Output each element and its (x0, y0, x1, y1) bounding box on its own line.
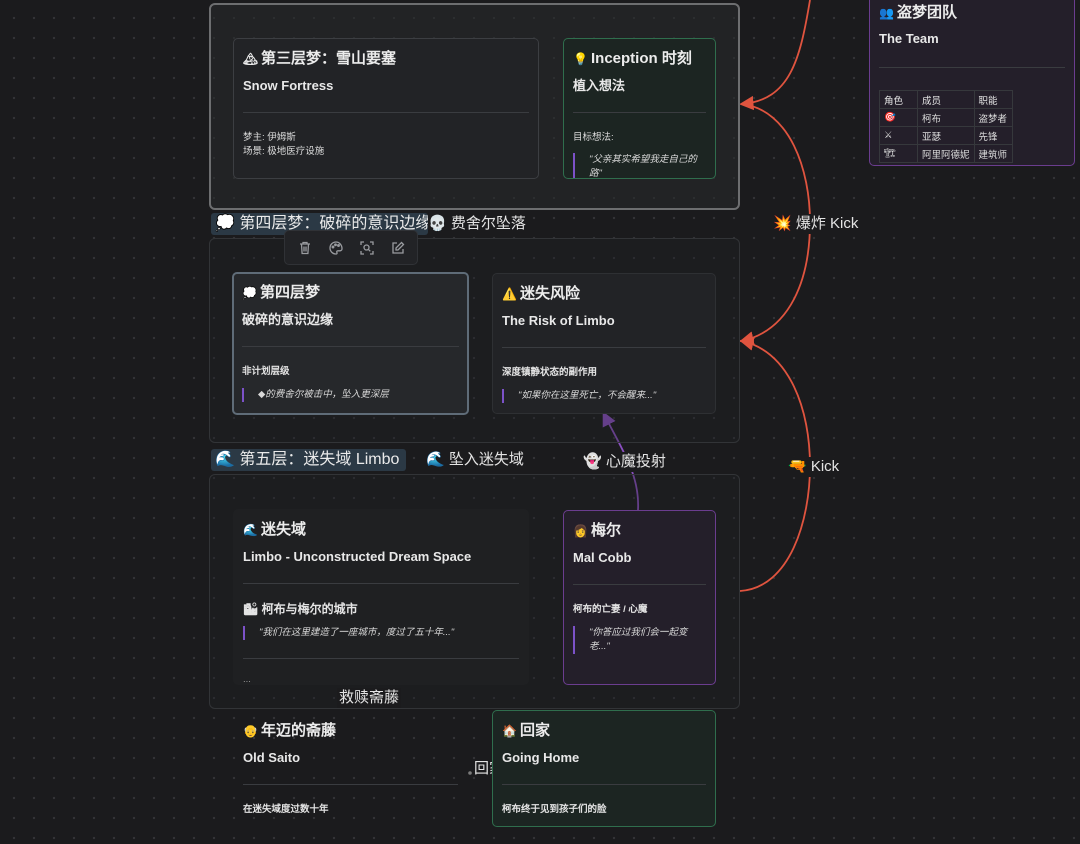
table-row: 🎯 柯布 盗梦者 (879, 108, 1013, 127)
limbo-subtitle: Limbo - Unconstructed Dream Space (243, 549, 472, 564)
mal-label: 柯布的亡妻 / 心魔 (573, 604, 648, 615)
saito-title: 年迈的斋藤 (261, 722, 337, 739)
saito-card[interactable]: 👴 年迈的斋藤 Old Saito 在迷失域度过数十年 (233, 710, 467, 828)
old-man-icon: 👴 (243, 723, 258, 738)
home-card[interactable]: 🏠 回家 Going Home 柯布终于见到孩子们的脸 (492, 710, 716, 827)
woman-icon: 👩 (573, 523, 588, 538)
team-card[interactable]: 👥 盗梦团队 The Team 角色 成员 职能 🎯 柯布 盗梦者 ⚔ 亚瑟 先锋… (869, 0, 1075, 166)
limbo-trailing: ... (243, 674, 251, 685)
divider (243, 784, 458, 785)
team-title: 盗梦团队 (897, 4, 958, 21)
level4-dream-title: 第四层梦 (260, 284, 321, 301)
inception-subtitle: 植入想法 (573, 78, 626, 93)
divider (879, 67, 1065, 68)
risk-title: 迷失风险 (520, 285, 581, 302)
mal-subtitle: Mal Cobb (573, 550, 632, 565)
wave-icon: 🌊 (243, 522, 258, 537)
level4-dream-subtitle: 破碎的意识边缘 (242, 312, 334, 327)
mal-card[interactable]: 👩 梅尔 Mal Cobb 柯布的亡妻 / 心魔 "你答应过我们会一起变老..." (563, 510, 716, 685)
gun-kick-label: 🔫 Kick (786, 457, 842, 477)
thought-bubble-icon: 💭 (242, 285, 257, 300)
col-header-role: 角色 (879, 90, 918, 109)
member-cell: 阿里阿德妮 (917, 144, 975, 163)
explosion-kick-label: 💥 爆炸 Kick (771, 214, 861, 234)
palette-icon[interactable] (323, 235, 349, 261)
member-cell: 柯布 (917, 108, 975, 127)
inception-title: Inception 时刻 (591, 50, 692, 67)
swords-icon: ⚔ (879, 126, 918, 145)
saito-subtitle: Old Saito (243, 750, 301, 765)
node-toolbar (284, 230, 418, 265)
limbo-title: 迷失域 (261, 521, 307, 538)
level4-dream-quote: ◆的费舍尔被击中，坠入更深层 (242, 388, 459, 402)
level4-dream-card[interactable]: 💭 第四层梦 破碎的意识边缘 非计划层级 ◆的费舍尔被击中，坠入更深层 (232, 272, 469, 415)
table-header-row: 角色 成员 职能 (879, 90, 1013, 109)
mountain-icon: 🏔 (243, 51, 259, 66)
target-icon: 🎯 (879, 108, 918, 127)
fortress-scene: 场景: 极地医疗设施 (243, 146, 325, 157)
level4-dream-label: 非计划层级 (242, 366, 290, 377)
role-cell: 先锋 (973, 126, 1013, 145)
member-cell: 亚瑟 (917, 126, 975, 145)
limbo-quote: "我们在这里建造了一座城市，度过了五十年..." (243, 626, 519, 640)
inception-card[interactable]: 💡 Inception 时刻 植入想法 目标想法: "父亲其实希望我走自己的路" (563, 38, 716, 179)
edge-team-to-level3 (739, 0, 811, 111)
zoom-to-fit-icon[interactable] (354, 235, 380, 261)
mal-title: 梅尔 (591, 522, 622, 539)
edit-icon[interactable] (385, 235, 411, 261)
risk-label: 深度镇静状态的副作用 (502, 367, 598, 378)
divider (243, 112, 529, 113)
fall-edge-label: 💀 费舍尔坠落 (428, 215, 526, 232)
table-row: 🏗 阿里阿德妮 建筑师 (879, 144, 1013, 163)
inception-quote: "父亲其实希望我走自己的路" (573, 153, 706, 178)
col-header-member: 成员 (917, 90, 975, 109)
risk-subtitle: The Risk of Limbo (502, 313, 615, 328)
lightbulb-icon: 💡 (573, 51, 588, 66)
home-label: 柯布终于见到孩子们的脸 (502, 804, 607, 815)
divider (243, 658, 519, 659)
team-subtitle: The Team (879, 31, 939, 46)
inception-label: 目标想法: (573, 132, 614, 143)
col-header-function: 职能 (973, 90, 1013, 109)
divider (243, 583, 519, 584)
divider (573, 112, 706, 113)
divider (502, 784, 706, 785)
city-heading: 🏙 柯布与梅尔的城市 (243, 602, 358, 616)
home-title: 回家 (520, 722, 551, 739)
table-row: ⚔ 亚瑟 先锋 (879, 126, 1013, 145)
construction-icon: 🏗 (879, 144, 918, 163)
edge-endpoint (468, 771, 472, 775)
redeem-edge-label: 救赎斋藤 (337, 688, 402, 708)
fortress-dreamer: 梦主: 伊姆斯 (243, 132, 296, 143)
mal-quote: "你答应过我们会一起变老..." (573, 626, 706, 654)
role-cell: 建筑师 (973, 144, 1013, 163)
house-icon: 🏠 (502, 723, 517, 738)
warning-icon: ⚠️ (502, 286, 517, 301)
divider (242, 346, 459, 347)
home-subtitle: Going Home (502, 750, 580, 765)
team-table: 角色 成员 职能 🎯 柯布 盗梦者 ⚔ 亚瑟 先锋 🏗 阿里阿德妮 建筑师 (879, 90, 1013, 163)
risk-card[interactable]: ⚠️ 迷失风险 The Risk of Limbo 深度镇静状态的副作用 "如果你… (492, 273, 716, 414)
level5-group-label[interactable]: 🌊 第五层：迷失域 Limbo (211, 449, 406, 471)
go-home-edge-label: 回家 (474, 760, 492, 777)
fortress-subtitle: Snow Fortress (243, 78, 334, 93)
fortress-card[interactable]: 🏔 第三层梦：雪山要塞 Snow Fortress 梦主: 伊姆斯 场景: 极地医… (233, 38, 539, 179)
limbo-drop-edge-label: 🌊 坠入迷失域 (426, 451, 524, 468)
role-cell: 盗梦者 (973, 108, 1013, 127)
trash-icon[interactable] (292, 235, 318, 261)
divider (502, 347, 706, 348)
fortress-title: 第三层梦：雪山要塞 (261, 50, 397, 67)
saito-label: 在迷失域度过数十年 (243, 804, 329, 815)
risk-quote: "如果你在这里死亡，不会醒来..." (502, 389, 706, 403)
divider (573, 584, 706, 585)
limbo-card[interactable]: 🌊 迷失域 Limbo - Unconstructed Dream Space 🏙… (233, 509, 529, 685)
projection-edge-label: 👻 心魔投射 (581, 452, 668, 472)
team-icon: 👥 (879, 5, 894, 20)
